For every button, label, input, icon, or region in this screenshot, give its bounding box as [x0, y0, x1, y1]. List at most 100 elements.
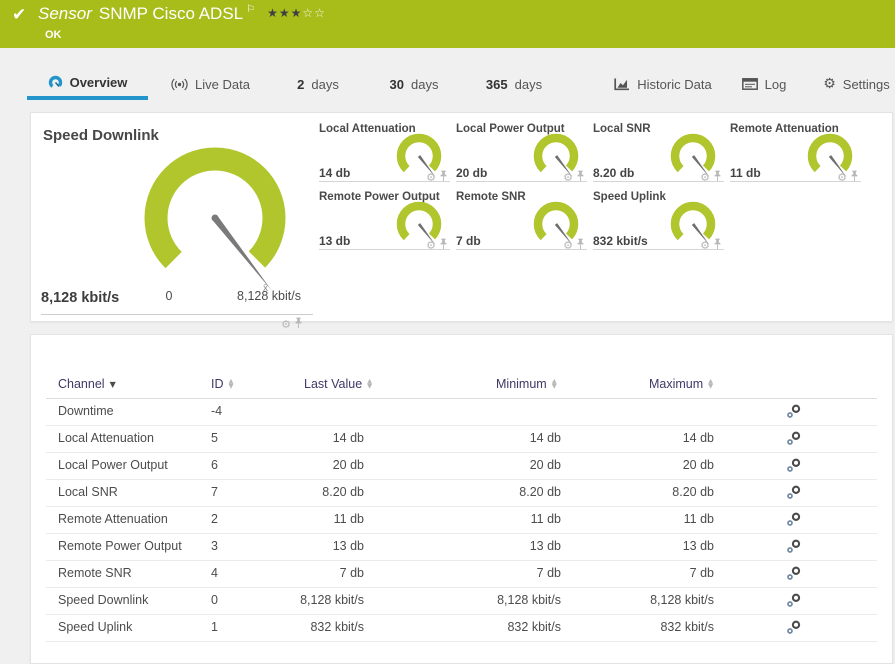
channel-settings-icon[interactable] — [786, 458, 802, 473]
table-row-local-attenuation[interactable]: Local Attenuation 5 14 db 14 db 14 db — [46, 425, 877, 453]
channel-settings-icon[interactable] — [786, 485, 802, 500]
gear-icon[interactable]: ⚙ — [426, 239, 436, 252]
column-header-last-value[interactable]: Last Value ▲ ▼ — [304, 377, 372, 391]
tab-number: 2 — [297, 76, 305, 92]
maximum-value: 11 db — [683, 512, 714, 526]
channel-name: Downtime — [58, 404, 114, 418]
tab-label: days — [411, 76, 439, 92]
tab-30-days[interactable]: 30 days — [375, 68, 453, 100]
gear-icon[interactable]: ⚙ — [426, 171, 436, 184]
pin-icon[interactable] — [439, 238, 448, 250]
tab-log[interactable]: Log — [728, 68, 800, 100]
gear-icon[interactable]: ⚙ — [563, 171, 573, 184]
pin-icon[interactable] — [713, 238, 722, 250]
priority-stars[interactable]: ★★★☆☆ — [267, 6, 326, 20]
channel-name: Local Attenuation — [58, 431, 154, 445]
pin-icon[interactable] — [850, 170, 859, 182]
gauge-panel-remote-attenuation: Remote Attenuation 11 db ⚙ — [730, 123, 861, 184]
log-icon — [741, 78, 758, 90]
tab-label: days — [311, 76, 339, 92]
minimum-value: 7 db — [536, 566, 561, 580]
minimum-value: 20 db — [529, 458, 561, 472]
star-filled-icons[interactable]: ★★★ — [267, 6, 302, 20]
column-header-minimum[interactable]: Minimum ▲ ▼ — [496, 377, 557, 391]
channel-settings-icon[interactable] — [786, 431, 802, 446]
column-header-channel[interactable]: Channel ▼ — [58, 377, 116, 391]
sensor-title-line: Sensor SNMP Cisco ADSL ⚐ ★★★☆☆ — [38, 4, 326, 24]
minimum-value: 832 kbit/s — [507, 620, 561, 634]
tab-365-days[interactable]: 365 days — [470, 68, 558, 100]
speed-downlink-gauge-chart: x̄ — [144, 147, 286, 294]
tab-live-data[interactable]: Live Data — [158, 68, 263, 100]
minimum-value: 8,128 kbit/s — [497, 593, 561, 607]
tab-label: Live Data — [195, 76, 250, 92]
tab-label: Log — [764, 76, 787, 92]
tab-2-days[interactable]: 2 days — [283, 68, 353, 100]
channel-settings-icon[interactable] — [786, 620, 802, 635]
last-value: 7 db — [339, 566, 364, 580]
maximum-value: 20 db — [682, 458, 714, 472]
pin-icon[interactable] — [576, 238, 585, 250]
pin-icon[interactable] — [576, 170, 585, 182]
channel-settings-icon[interactable] — [786, 566, 802, 581]
table-row-remote-attenuation[interactable]: Remote Attenuation 2 11 db 11 db 11 db — [46, 506, 877, 534]
gauge-actions: ⚙ — [563, 236, 585, 254]
channel-settings-icon[interactable] — [786, 512, 802, 527]
sort-icons: ▲ ▼ — [367, 377, 373, 390]
gauge-value: 11 db — [730, 166, 761, 180]
gauge-value: 7 db — [456, 234, 481, 248]
tab-label: days — [514, 76, 543, 92]
gear-icon[interactable]: ⚙ — [837, 171, 847, 184]
last-value: 8.20 db — [322, 485, 364, 499]
table-row-local-power-output[interactable]: Local Power Output 6 20 db 20 db 20 db — [46, 452, 877, 480]
column-header-id[interactable]: ID ▲ ▼ — [211, 377, 234, 391]
page-title: SNMP Cisco ADSL — [98, 4, 244, 23]
gear-icon[interactable]: ⚙ — [563, 239, 573, 252]
gauge-scale-min: 0 — [165, 289, 173, 303]
table-row-local-snr[interactable]: Local SNR 7 8.20 db 8.20 db 8.20 db — [46, 479, 877, 507]
minimum-value: 11 db — [530, 512, 561, 526]
table-row-remote-snr[interactable]: Remote SNR 4 7 db 7 db 7 db — [46, 560, 877, 588]
gauge-panel-remote-snr: Remote SNR 7 db ⚙ — [456, 191, 587, 252]
gauge-value: 13 db — [319, 234, 351, 248]
table-row-downtime[interactable]: Downtime -4 — [46, 398, 877, 426]
gauge-actions: ⚙ — [700, 168, 722, 186]
tab-settings[interactable]: ⚙ Settings — [818, 68, 895, 100]
gauge-panel-remote-power-output: Remote Power Output 13 db ⚙ — [319, 191, 450, 252]
column-header-maximum[interactable]: Maximum ▲ ▼ — [649, 377, 713, 391]
gear-icon[interactable]: ⚙ — [700, 239, 710, 252]
channel-id: 7 — [211, 485, 218, 499]
tab-overview[interactable]: Overview — [27, 68, 148, 100]
channel-settings-icon[interactable] — [786, 404, 802, 419]
gauge-actions: ⚙ — [426, 168, 448, 186]
minimum-value: 8.20 db — [519, 485, 561, 499]
maximum-value: 8,128 kbit/s — [650, 593, 714, 607]
table-row-remote-power-output[interactable]: Remote Power Output 3 13 db 13 db 13 db — [46, 533, 877, 561]
tab-historic-data[interactable]: Historic Data — [598, 68, 728, 100]
gauge-title: Local SNR — [593, 123, 651, 135]
gauge-value: 832 kbit/s — [593, 234, 648, 248]
table-row-speed-downlink[interactable]: Speed Downlink 0 8,128 kbit/s 8,128 kbit… — [46, 587, 877, 615]
channel-settings-icon[interactable] — [786, 539, 802, 554]
pin-icon[interactable] — [439, 170, 448, 182]
star-empty-icons[interactable]: ☆☆ — [302, 6, 326, 20]
pin-icon[interactable] — [294, 317, 303, 329]
sort-desc-icon: ▼ — [109, 379, 116, 389]
tab-label: Historic Data — [637, 76, 712, 92]
channel-settings-icon[interactable] — [786, 593, 802, 608]
channel-id: 5 — [211, 431, 218, 445]
gear-icon[interactable]: ⚙ — [700, 171, 710, 184]
table-row-speed-uplink[interactable]: Speed Uplink 1 832 kbit/s 832 kbit/s 832… — [46, 614, 877, 642]
maximum-value: 13 db — [682, 539, 714, 553]
channel-id: 0 — [211, 593, 218, 607]
gear-icon[interactable]: ⚙ — [281, 318, 291, 331]
channel-id: 3 — [211, 539, 218, 553]
gauge-actions: ⚙ — [231, 315, 303, 333]
column-label: Maximum — [649, 377, 704, 391]
tab-number: 365 — [485, 76, 508, 92]
column-label: Last Value — [304, 377, 363, 391]
pin-icon[interactable] — [713, 170, 722, 182]
live-data-icon — [171, 78, 188, 90]
channel-name: Local Power Output — [58, 458, 168, 472]
gauge-actions: ⚙ — [426, 236, 448, 254]
